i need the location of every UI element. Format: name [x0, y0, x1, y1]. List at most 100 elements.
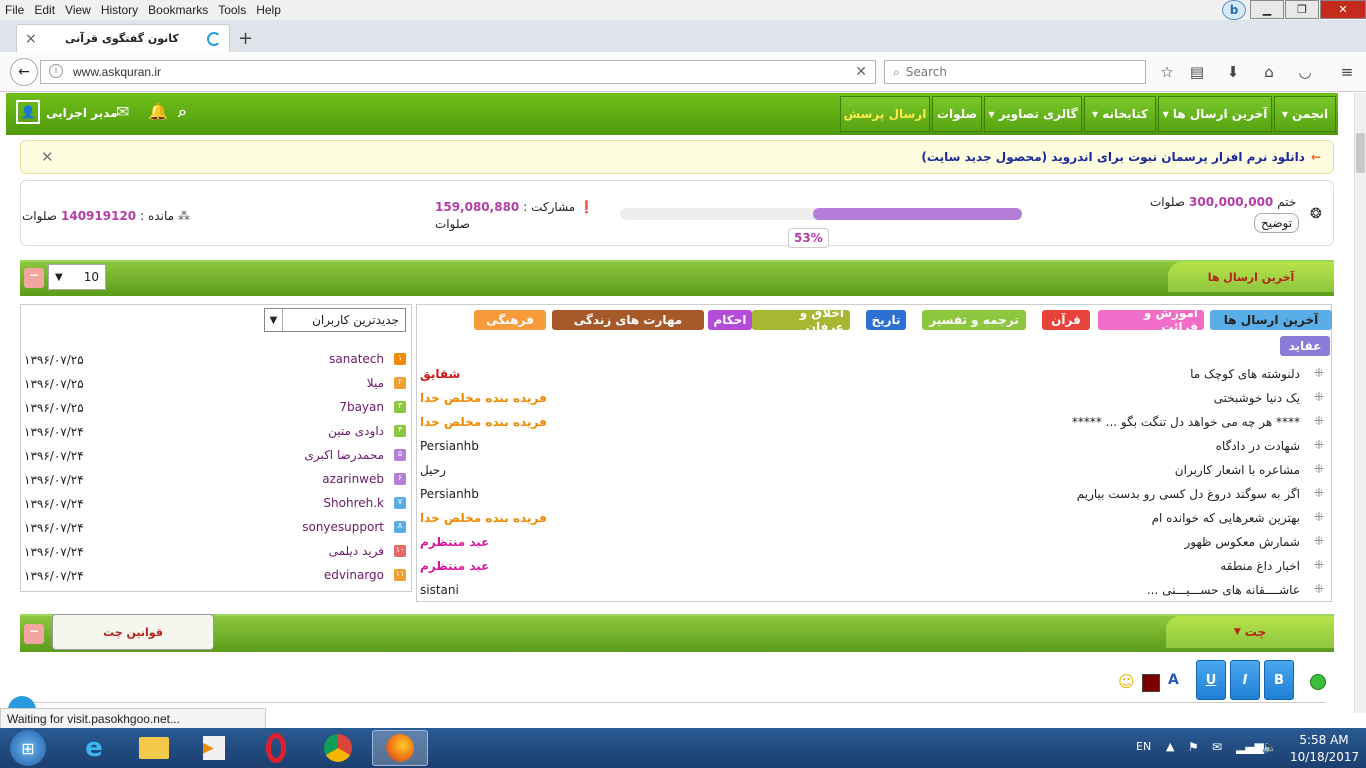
search-input[interactable]: ⌕ Search [884, 60, 1146, 84]
smiley-icon[interactable]: ☺ [1118, 672, 1135, 691]
info-icon[interactable]: i [49, 64, 63, 78]
chat-rules-button[interactable]: قوانین چت [52, 614, 214, 650]
start-button[interactable]: ⊞ [10, 730, 46, 766]
notice-link[interactable]: دانلود نرم افزار پرسمان نبوت برای اندروی… [921, 150, 1305, 164]
maximize-icon[interactable]: ❐ [1285, 0, 1319, 19]
menu-help[interactable]: Help [251, 3, 286, 17]
post-title[interactable]: شهادت در دادگاه [1216, 434, 1300, 458]
site-search-icon[interactable]: ⌕ [178, 102, 187, 122]
user-name-link[interactable]: Shohreh.k [323, 496, 384, 510]
extension-b-icon[interactable]: b [1222, 0, 1246, 20]
language-indicator[interactable]: EN [1136, 740, 1151, 753]
menu-view[interactable]: View [60, 3, 96, 17]
post-author[interactable]: فریده بنده مخلص خدا [420, 410, 547, 434]
nav-library[interactable]: کتابخانه ▾ [1084, 96, 1156, 132]
user-name-link[interactable]: azarinweb [322, 472, 384, 486]
post-author[interactable]: Persianhb [420, 434, 479, 458]
tab-active[interactable]: کانون گفتگوی قرآنی × [16, 24, 230, 52]
post-title[interactable]: اگر به سوگند دروغ دل کسی رو بدست بیاریم [1077, 482, 1300, 506]
tray-expand-icon[interactable]: ▲ [1166, 740, 1174, 753]
underline-button[interactable]: U [1196, 660, 1226, 700]
category-tab-5[interactable]: اخلاق و عرفان [752, 306, 850, 334]
user-icon[interactable]: 👤 [16, 100, 40, 124]
post-title[interactable]: اخبار داغ منطقه [1220, 554, 1300, 578]
home-icon[interactable]: ⌂ [1258, 62, 1280, 82]
posts-count-select[interactable]: ▼ 10 [48, 264, 106, 290]
clock-time[interactable]: 5:58 AM [1296, 733, 1352, 747]
nav-salavat[interactable]: صلوات [932, 96, 982, 132]
post-title[interactable]: یک دنیا خوشبختی [1214, 386, 1300, 410]
folder-icon[interactable] [126, 730, 182, 766]
media-player-icon[interactable]: ▶ [186, 730, 242, 766]
menu-tools[interactable]: Tools [213, 3, 251, 17]
category-tab-0[interactable]: آخرین ارسال ها [1210, 310, 1332, 330]
user-name-link[interactable]: داودی متین [328, 424, 384, 438]
mail-icon[interactable]: ✉ [116, 102, 129, 121]
user-name-link[interactable]: محمدرضا اکبری [304, 448, 384, 462]
signal-icon[interactable]: ▂▄▆ [1236, 740, 1264, 754]
reading-list-icon[interactable]: ▤ [1186, 62, 1208, 82]
download-icon[interactable]: ⬇ [1222, 62, 1244, 82]
nav-last-posts[interactable]: آخرین ارسال ها ▾ [1158, 96, 1272, 132]
category-tab-8[interactable]: فرهنگی [474, 310, 546, 330]
volume-icon[interactable]: 🔈 [1262, 740, 1277, 754]
category-tab-1[interactable]: آموزش و قرائت [1098, 306, 1204, 334]
category-tab-3[interactable]: ترجمه و تفسیر [922, 310, 1026, 330]
user-name[interactable]: مدیر اجرایی [46, 106, 118, 120]
collapse-posts-button[interactable]: − [24, 268, 44, 288]
explain-button[interactable]: توضیح [1254, 213, 1300, 233]
hamburger-menu-icon[interactable]: ≡ [1336, 62, 1358, 82]
bold-button[interactable]: B [1264, 660, 1294, 700]
post-title[interactable]: مشاعره با اشعار کاربران [1175, 458, 1300, 482]
post-title[interactable]: بهترین شعرهایی که خوانده ام [1152, 506, 1300, 530]
post-author[interactable]: عبد منتظرم [420, 530, 489, 554]
nav-send-question[interactable]: ارسال پرسش [840, 96, 930, 132]
page-scrollbar[interactable] [1354, 93, 1366, 713]
category-tab-7[interactable]: مهارت های زندگی [552, 310, 704, 330]
close-window-icon[interactable]: ✕ [1320, 0, 1366, 19]
user-name-link[interactable]: sanatech [329, 352, 384, 366]
pocket-icon[interactable]: ◡ [1294, 62, 1316, 82]
menu-history[interactable]: History [96, 3, 143, 17]
user-name-link[interactable]: sonyesupport [302, 520, 384, 534]
ie-icon[interactable]: e [66, 730, 122, 766]
back-button[interactable]: ← [10, 58, 38, 86]
category-tab-9[interactable]: عقاید [1280, 336, 1330, 356]
font-color-icon[interactable]: A [1168, 672, 1179, 688]
bookmark-star-icon[interactable]: ☆ [1156, 62, 1178, 82]
menu-bookmarks[interactable]: Bookmarks [143, 3, 213, 17]
post-title[interactable]: دلنوشته های کوچک ما [1190, 362, 1300, 386]
post-author[interactable]: رحیل [420, 458, 446, 482]
scroll-thumb[interactable] [1356, 133, 1365, 173]
nav-gallery[interactable]: گالری تصاویر ▾ [984, 96, 1082, 132]
color-swatch[interactable] [1142, 674, 1160, 692]
tab-close-icon[interactable]: × [25, 31, 37, 47]
user-name-link[interactable]: میلا [367, 376, 384, 390]
online-status-icon[interactable] [1310, 674, 1326, 690]
action-center-icon[interactable]: ✉ [1212, 740, 1222, 754]
menu-file[interactable]: File [0, 3, 29, 17]
chrome-icon[interactable] [310, 730, 366, 766]
user-name-link[interactable]: edvinargo [324, 568, 384, 582]
notice-close-icon[interactable]: ✕ [41, 148, 54, 166]
nav-forum[interactable]: انجمن ▾ [1274, 96, 1336, 132]
collapse-chat-button[interactable]: − [24, 624, 44, 644]
post-author[interactable]: sistani [420, 578, 459, 602]
post-author[interactable]: فریده بنده مخلص خدا [420, 386, 547, 410]
post-title[interactable]: شمارش معکوس ظهور [1185, 530, 1301, 554]
firefox-icon[interactable] [372, 730, 428, 766]
post-title[interactable]: عاشــــقانه های حســـیـــنی ... [1147, 578, 1300, 602]
post-author[interactable]: Persianhb [420, 482, 479, 506]
clear-url-icon[interactable]: ✕ [855, 63, 867, 80]
post-author[interactable]: فریده بنده مخلص خدا [420, 506, 547, 530]
clock-date[interactable]: 10/18/2017 [1290, 750, 1359, 764]
category-tab-4[interactable]: تاریخ [866, 310, 906, 330]
user-name-link[interactable]: فرید دیلمی [329, 544, 384, 558]
italic-button[interactable]: I [1230, 660, 1260, 700]
post-author[interactable]: عبد منتظرم [420, 554, 489, 578]
bell-icon[interactable]: 🔔 [148, 102, 168, 121]
users-select[interactable]: جدیدترین کاربران ▼ [264, 308, 406, 332]
url-bar[interactable]: i www.askquran.ir ✕ [40, 60, 876, 84]
category-tab-2[interactable]: قرآن [1042, 310, 1090, 330]
opera-icon[interactable] [248, 730, 304, 766]
